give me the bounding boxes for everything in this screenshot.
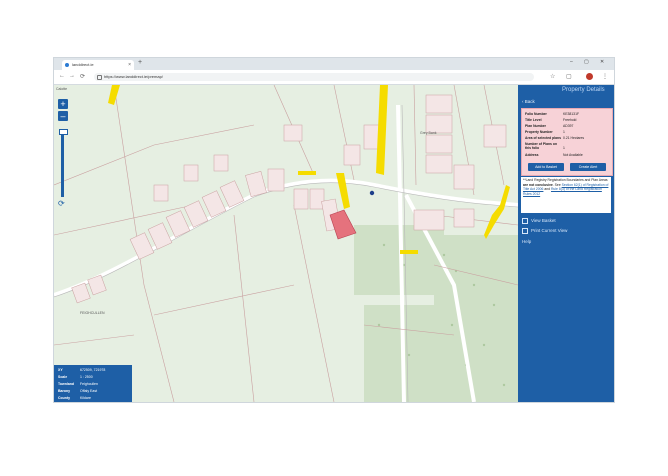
refresh-icon[interactable]: ⟳ [58, 199, 65, 208]
new-tab-button[interactable]: + [138, 59, 142, 66]
zoom-slider[interactable] [61, 129, 64, 197]
profile-avatar[interactable] [586, 73, 593, 80]
disclaimer-note: **Land Registry Registration Boundaries … [521, 177, 611, 213]
townland-map-label: FEIGHCULLEN [80, 311, 105, 315]
map-canvas[interactable] [54, 85, 518, 402]
property-details-box: Folio Number KE38131F Title Level Freehold… [521, 108, 613, 176]
property-details-panel: Property Details ‹ Back Folio Number KE38… [518, 85, 614, 402]
basket-icon [522, 218, 528, 224]
location-marker [369, 190, 375, 196]
map-corner-label: Calotte [56, 87, 68, 91]
extensions-icon[interactable]: ▢ [566, 73, 572, 80]
info-row-townland: Townland Feighcullen [58, 382, 98, 386]
zoom-in-button[interactable]: + [58, 99, 68, 109]
tab-title: landdirect.ie [72, 62, 94, 67]
star-icon[interactable]: ☆ [550, 73, 555, 80]
info-row-county: County Kildare [58, 396, 91, 400]
lock-icon [97, 75, 102, 80]
detail-row: Address Not Available [525, 153, 583, 157]
create-alert-button[interactable]: Create Alert [570, 163, 606, 171]
minimize-button[interactable]: – [570, 59, 573, 65]
panel-title: Property Details [562, 87, 605, 93]
tab-bar: landdirect.ie × + – ▢ ✕ [54, 58, 614, 70]
address-bar[interactable]: https://www.landdirect.ie/premap/ [94, 73, 534, 81]
info-row-barony: Barony Offaly East [58, 389, 98, 393]
print-view-link[interactable]: Print Current View [522, 228, 567, 234]
url-text: https://www.landdirect.ie/premap/ [104, 74, 163, 79]
detail-row: Number of Plans on this folio 1 [525, 142, 565, 150]
menu-icon[interactable]: ⋮ [602, 73, 608, 80]
browser-window: landdirect.ie × + – ▢ ✕ ← → ⟳ https://ww… [54, 58, 614, 402]
close-tab-icon[interactable]: × [128, 60, 131, 70]
detail-row: Plan Number AD397 [525, 124, 574, 128]
zoom-slider-handle[interactable] [59, 129, 68, 135]
back-arrow-icon[interactable]: ← [59, 73, 65, 79]
detail-row: Area of selected plans 0.21 Hectares [525, 136, 585, 140]
add-to-basket-button[interactable]: Add to Basket [528, 163, 564, 171]
forward-arrow-icon[interactable]: → [69, 73, 75, 79]
back-link[interactable]: ‹ Back [522, 99, 535, 104]
browser-tab[interactable]: landdirect.ie × [62, 60, 134, 70]
view-basket-link[interactable]: View Basket [522, 218, 556, 224]
place-map-label: Grey Bank [420, 131, 437, 135]
detail-row: Property Number 1 [525, 130, 565, 134]
print-icon [522, 228, 528, 234]
map-info-box: XY 672509, 721978 Scale 1 : 2500 Townland F… [54, 365, 132, 402]
reload-icon[interactable]: ⟳ [80, 73, 85, 80]
zoom-out-button[interactable]: – [58, 111, 68, 121]
info-row-xy: XY 672509, 721978 [58, 368, 106, 372]
close-window-button[interactable]: ✕ [600, 59, 604, 65]
help-link[interactable]: Help [522, 239, 531, 244]
address-row: ← → ⟳ https://www.landdirect.ie/premap/ … [54, 70, 614, 85]
map-area[interactable]: + – ⟳ Calotte FEIGHCULLEN Grey Bank XY 67… [54, 85, 518, 402]
maximize-button[interactable]: ▢ [584, 59, 589, 65]
favicon-icon [65, 63, 69, 67]
detail-row: Folio Number KE38131F [525, 112, 580, 116]
detail-row: Title Level Freehold [525, 118, 577, 122]
info-row-scale: Scale 1 : 2500 [58, 375, 93, 379]
